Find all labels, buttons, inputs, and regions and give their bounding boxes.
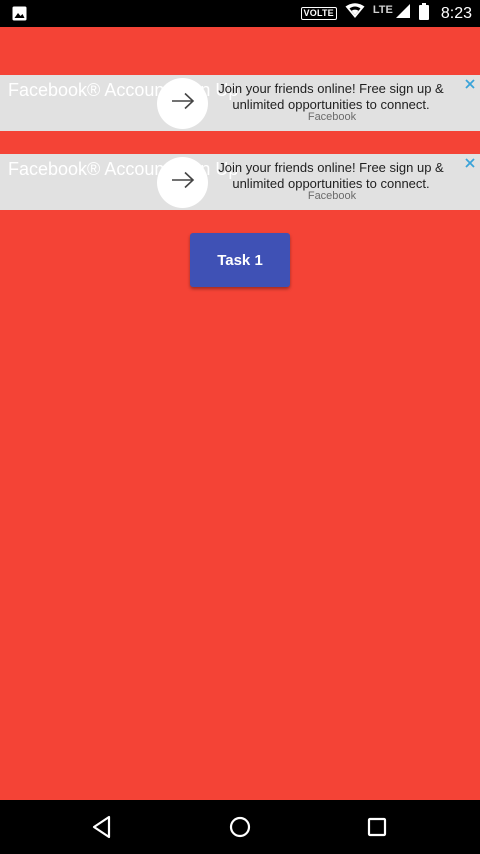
- ad-banner[interactable]: Facebook® Account Sign Up Join your frie…: [0, 75, 480, 131]
- ad-description: Join your friends online! Free sign up &…: [218, 81, 444, 112]
- close-icon[interactable]: [463, 77, 477, 91]
- network-type-label: LTE: [372, 3, 393, 16]
- image-notification-icon: [12, 6, 27, 21]
- arrow-right-icon: [170, 171, 196, 194]
- back-icon[interactable]: [88, 813, 116, 841]
- arrow-right-icon: [170, 92, 196, 115]
- ad-advertiser: Facebook: [307, 111, 357, 123]
- home-icon[interactable]: [226, 813, 254, 841]
- close-icon[interactable]: [463, 156, 477, 170]
- cell-signal-icon: [395, 3, 411, 24]
- navigation-bar: [0, 800, 480, 854]
- ad-advertiser: Facebook: [307, 190, 357, 202]
- status-time: 8:23: [440, 4, 472, 22]
- recents-icon[interactable]: [363, 813, 391, 841]
- wifi-icon: [345, 3, 365, 24]
- ad-description: Join your friends online! Free sign up &…: [218, 160, 444, 191]
- ad-title: Facebook® Account Sign Up: [8, 159, 239, 179]
- status-bar: VOLTE LTE 8:23: [0, 0, 480, 27]
- battery-icon: [418, 2, 429, 25]
- ad-cta-button[interactable]: [157, 157, 208, 208]
- status-icons: VOLTE LTE 8:23: [300, 0, 472, 27]
- ad-title: Facebook® Account Sign Up: [8, 80, 239, 100]
- app-screen: VOLTE LTE 8:23 Facebook® Account Sign Up…: [0, 0, 480, 854]
- ad-cta-button[interactable]: [157, 78, 208, 129]
- volte-badge: VOLTE: [300, 7, 337, 20]
- task-1-button[interactable]: Task 1: [190, 233, 290, 287]
- ad-banner[interactable]: Facebook® Account Sign Up Join your frie…: [0, 154, 480, 210]
